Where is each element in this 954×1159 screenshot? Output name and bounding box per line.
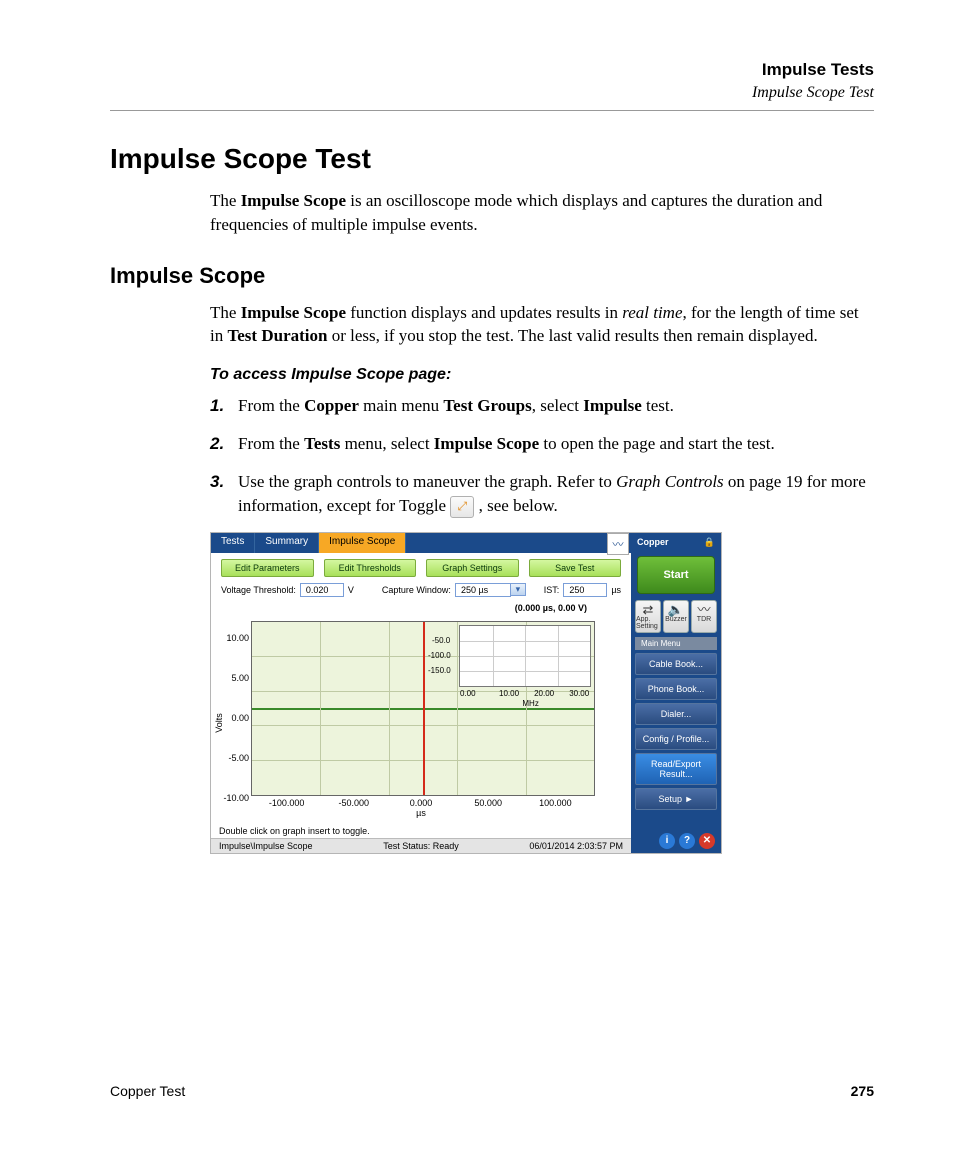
capture-label: Capture Window: [382, 585, 451, 595]
ist-label: IST: [544, 585, 560, 595]
scope-graph[interactable]: Volts 10.00 5.00 0.00 -5.00 -10.00 [211, 613, 631, 824]
tdr-button[interactable]: 〰TDR [691, 600, 717, 633]
inset-y-tick: -150.0 [428, 666, 451, 675]
intro-paragraph: The Impulse Scope is an oscilloscope mod… [210, 189, 874, 237]
steps-list: 1. From the Copper main menu Test Groups… [210, 394, 874, 517]
inset-x-tick: 20.00 [534, 689, 554, 698]
info-icon[interactable]: i [659, 833, 675, 849]
close-icon[interactable]: ✕ [699, 833, 715, 849]
inset-y-tick: -100.0 [428, 651, 451, 660]
edit-thresholds-button[interactable]: Edit Thresholds [324, 559, 417, 577]
tab-tests[interactable]: Tests [211, 533, 255, 553]
tab-impulse-scope[interactable]: Impulse Scope [319, 533, 406, 553]
toggle-icon: ⤢ [450, 496, 474, 518]
task-title: To access Impulse Scope page: [210, 366, 874, 384]
step-number: 1. [210, 394, 238, 418]
footer-product: Copper Test [110, 1083, 185, 1099]
y-tick: -10.00 [215, 793, 249, 803]
tab-bar: Tests Summary Impulse Scope 〰 [211, 533, 631, 553]
edit-parameters-button[interactable]: Edit Parameters [221, 559, 314, 577]
sidebar-item-cable-book[interactable]: Cable Book... [635, 653, 717, 675]
inset-y-tick: -50.0 [432, 636, 450, 645]
threshold-unit: V [348, 585, 354, 595]
desc-paragraph: The Impulse Scope function displays and … [210, 301, 874, 349]
inset-x-tick: 0.00 [460, 689, 476, 698]
inset-graph[interactable]: -50.0 -100.0 -150.0 0.00 10.00 20.00 30.… [459, 625, 591, 687]
x-axis-unit: µs [416, 808, 426, 818]
sidebar-item-read-export[interactable]: Read/Export Result... [635, 753, 717, 785]
step-number: 3. [210, 470, 238, 518]
x-tick: -100.000 [269, 798, 305, 808]
lock-icon: 🔒 [704, 537, 715, 548]
y-tick: -5.00 [215, 753, 249, 763]
status-breadcrumb: Impulse\Impulse Scope [219, 841, 313, 851]
x-tick: -50.000 [339, 798, 370, 808]
chapter-title: Impulse Tests [110, 60, 874, 80]
test-status: Test Status: Ready [383, 841, 459, 851]
status-datetime: 06/01/2014 2:03:57 PM [529, 841, 623, 851]
status-bar: Impulse\Impulse Scope Test Status: Ready… [211, 838, 631, 853]
step-1: 1. From the Copper main menu Test Groups… [210, 394, 874, 418]
sidebar-item-phone-book[interactable]: Phone Book... [635, 678, 717, 700]
page-number: 275 [851, 1083, 874, 1099]
page-heading: Impulse Scope Test [110, 143, 874, 175]
threshold-field[interactable]: 0.020 [300, 583, 344, 597]
header-rule [110, 110, 874, 111]
graph-hint: Double click on graph insert to toggle. [211, 824, 631, 838]
inset-x-tick: 30.00 [569, 689, 589, 698]
step-2: 2. From the Tests menu, select Impulse S… [210, 432, 874, 456]
wave-icon: 〰 [697, 603, 710, 616]
main-menu-header: Main Menu [635, 637, 717, 650]
tab-summary[interactable]: Summary [255, 533, 319, 553]
sidebar-item-dialer[interactable]: Dialer... [635, 703, 717, 725]
inset-x-unit: MHz [522, 699, 538, 708]
ist-field[interactable]: 250 [563, 583, 607, 597]
graph-settings-button[interactable]: Graph Settings [426, 559, 519, 577]
sidebar: Copper 🔒 Start ⇄App. Setting 🔈Buzzer 〰TD… [631, 533, 721, 853]
capture-dropdown[interactable]: 250 µs ▾ [455, 583, 526, 597]
y-tick: 0.00 [215, 713, 249, 723]
speaker-icon: 🔈 [668, 603, 684, 616]
sidebar-item-setup[interactable]: Setup ► [635, 788, 717, 810]
sidebar-title: Copper [637, 537, 669, 548]
x-tick: 0.000 [410, 798, 433, 808]
x-tick: 100.000 [539, 798, 572, 808]
page-footer: Copper Test 275 [110, 1083, 874, 1099]
inset-x-tick: 10.00 [499, 689, 519, 698]
start-button[interactable]: Start [637, 556, 715, 594]
x-tick: 50.000 [474, 798, 502, 808]
buzzer-button[interactable]: 🔈Buzzer [663, 600, 689, 633]
y-tick: 10.00 [215, 633, 249, 643]
section-breadcrumb: Impulse Scope Test [110, 84, 874, 102]
subheading: Impulse Scope [110, 263, 874, 289]
threshold-label: Voltage Threshold: [221, 585, 296, 595]
save-test-button[interactable]: Save Test [529, 559, 622, 577]
chevron-down-icon: ▾ [511, 583, 526, 596]
app-setting-button[interactable]: ⇄App. Setting [635, 600, 661, 633]
app-screenshot: Tests Summary Impulse Scope 〰 Edit Param… [210, 532, 722, 854]
step-number: 2. [210, 432, 238, 456]
cursor-readout: (0.000 µs, 0.00 V) [515, 603, 595, 613]
step-3: 3. Use the graph controls to maneuver th… [210, 470, 874, 518]
wave-icon[interactable]: 〰 [607, 533, 629, 555]
help-icon[interactable]: ? [679, 833, 695, 849]
ist-unit: µs [611, 585, 621, 595]
gear-icon: ⇄ [643, 603, 654, 616]
sidebar-item-config-profile[interactable]: Config / Profile... [635, 728, 717, 750]
y-tick: 5.00 [215, 673, 249, 683]
